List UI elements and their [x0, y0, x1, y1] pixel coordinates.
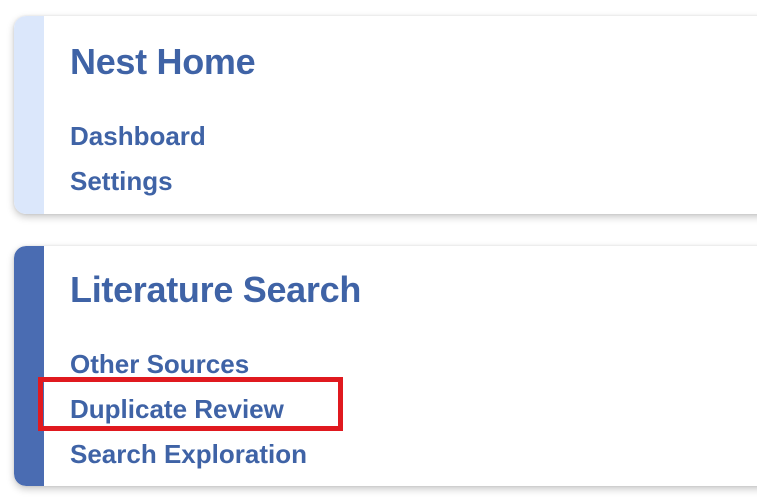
- card-title-nest-home: Nest Home: [70, 41, 256, 82]
- link-duplicate-review[interactable]: Duplicate Review: [70, 387, 307, 432]
- card-accent-bar: [14, 16, 44, 214]
- nest-home-links: Dashboard Settings: [70, 114, 206, 204]
- card-accent-bar-active: [14, 246, 44, 486]
- literature-search-card: Literature Search Other Sources Duplicat…: [14, 246, 757, 486]
- link-settings[interactable]: Settings: [70, 159, 206, 204]
- card-title-literature-search: Literature Search: [70, 269, 362, 310]
- literature-search-links: Other Sources Duplicate Review Search Ex…: [70, 342, 307, 477]
- link-other-sources[interactable]: Other Sources: [70, 342, 307, 387]
- link-dashboard[interactable]: Dashboard: [70, 114, 206, 159]
- nest-home-card: Nest Home Dashboard Settings: [14, 16, 757, 214]
- link-search-exploration[interactable]: Search Exploration: [70, 432, 307, 477]
